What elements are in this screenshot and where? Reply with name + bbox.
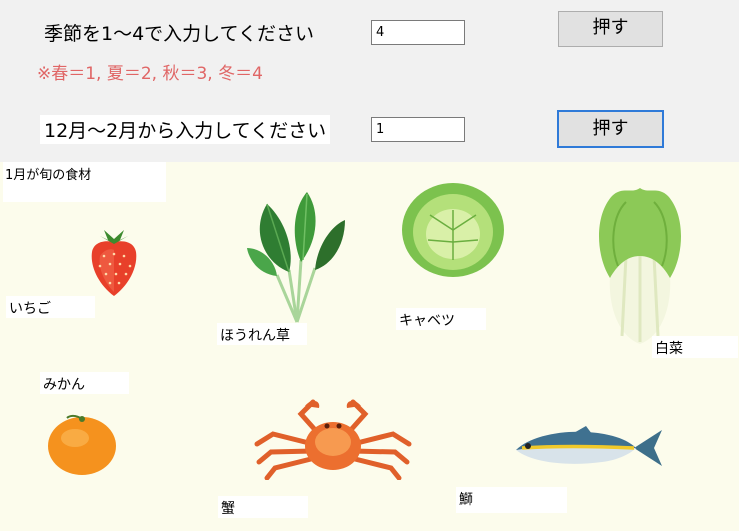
mandarin-orange-icon <box>47 414 117 476</box>
month-submit-button[interactable]: 押す <box>557 110 664 148</box>
napa-cabbage-icon <box>592 186 688 346</box>
season-submit-button[interactable]: 押す <box>558 11 663 47</box>
food-label-spinach: ほうれん草 <box>217 323 307 345</box>
spinach-icon <box>245 190 349 325</box>
food-label-mandarin: みかん <box>40 372 129 394</box>
food-label-napa-cabbage: 白菜 <box>652 336 738 358</box>
yellowtail-fish-icon <box>512 424 662 472</box>
season-hint: ※春＝1, 夏＝2, 秋＝3, 冬＝4 <box>37 64 263 84</box>
strawberry-icon <box>86 226 142 301</box>
cabbage-icon <box>400 180 506 280</box>
season-prompt: 季節を1～4で入力してください <box>44 23 315 45</box>
food-label-yellowtail: 鰤 <box>456 487 567 513</box>
crab-icon <box>253 396 413 480</box>
food-label-crab: 蟹 <box>218 496 308 518</box>
food-label-cabbage: キャベツ <box>396 308 486 330</box>
month-prompt: 12月～2月から入力してください <box>40 115 331 144</box>
panel-title: 1月が旬の食材 <box>3 162 166 202</box>
month-input[interactable]: 1 <box>371 117 465 142</box>
food-label-strawberry: いちご <box>6 296 95 318</box>
season-input[interactable]: 4 <box>371 20 465 45</box>
